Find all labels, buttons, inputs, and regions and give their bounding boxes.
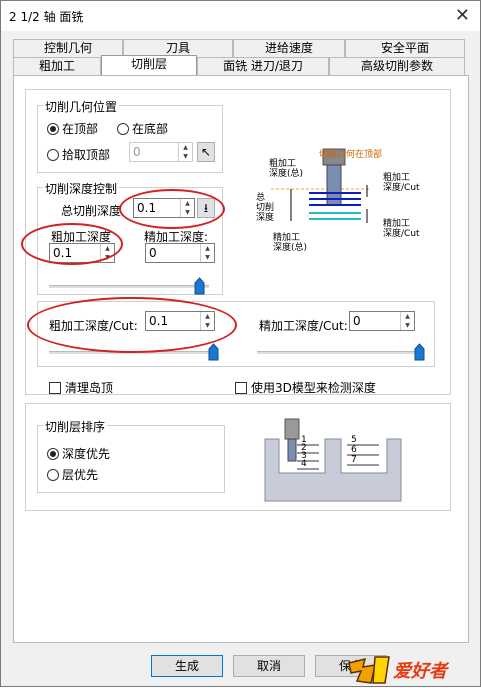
diagram-finish-total-label: 精加工 深度(总) bbox=[273, 233, 308, 253]
radio-top[interactable]: 在顶部 bbox=[47, 120, 98, 137]
radio-layer-first-label: 层优先 bbox=[62, 468, 99, 482]
finish-depth-value: 0 bbox=[149, 246, 157, 260]
radio-dot bbox=[47, 122, 59, 135]
radio-dot bbox=[47, 447, 59, 460]
pick-top-input[interactable]: 0 ▲ ▼ bbox=[129, 142, 193, 162]
order-num-4: 4 bbox=[301, 459, 307, 469]
radio-top-label: 在顶部 bbox=[62, 122, 99, 136]
spin-arrows[interactable]: ▲ ▼ bbox=[200, 244, 214, 262]
dialog-window: 2 1/2 轴 面铣 ✕ 控制几何 刀具 进给速度 安全平面 粗加工 面铣 进刀… bbox=[0, 0, 481, 687]
depth-control-legend: 切削深度控制 bbox=[43, 180, 120, 197]
tab-cut-levels[interactable]: 切削层 bbox=[101, 55, 197, 75]
order-num-5: 5 bbox=[351, 435, 357, 445]
spin-arrows[interactable]: ▲ ▼ bbox=[178, 143, 192, 161]
radio-depth-first[interactable]: 深度优先 bbox=[47, 445, 110, 462]
depth-slider-track bbox=[49, 285, 209, 288]
finish-depth-input[interactable]: 0 ▲ ▼ bbox=[145, 243, 215, 263]
checkbox-box bbox=[49, 381, 61, 394]
finish-per-cut-input[interactable]: 0 ▲ ▼ bbox=[349, 311, 415, 331]
diagram-finish-cut-label: 精加工 深度/Cut bbox=[383, 219, 420, 239]
close-icon[interactable]: ✕ bbox=[455, 5, 470, 26]
diagram-rough-cut-label: 粗加工 深度/Cut bbox=[383, 173, 420, 193]
radio-dot bbox=[47, 468, 59, 481]
checkbox-box bbox=[235, 381, 247, 394]
tab-face-lead[interactable]: 面铣 进刀/退刀 bbox=[197, 57, 329, 75]
pick-cursor-button[interactable]: ↖ bbox=[197, 142, 215, 162]
red-highlight-rough bbox=[21, 223, 123, 265]
diagram-total-depth-label: 总 切削 深度 bbox=[256, 193, 275, 223]
watermark-text: 爱好者 bbox=[393, 661, 447, 682]
finish-per-cut-slider-thumb[interactable] bbox=[414, 343, 425, 361]
tab-safety-plane[interactable]: 安全平面 bbox=[345, 39, 465, 57]
radio-bottom-label: 在底部 bbox=[132, 122, 169, 136]
use-3d-label: 使用3D模型来检测深度 bbox=[251, 381, 376, 395]
tab-feed-rate[interactable]: 进给速度 bbox=[233, 39, 345, 57]
red-highlight-per-cut bbox=[27, 297, 237, 353]
order-diagram bbox=[264, 418, 402, 502]
radio-dot bbox=[47, 148, 59, 161]
cursor-icon: ↖ bbox=[200, 145, 212, 159]
total-depth-label: 总切削深度 bbox=[61, 204, 122, 218]
order-group-legend: 切削层排序 bbox=[43, 418, 108, 435]
clear-islands-checkbox[interactable]: 清理岛顶 bbox=[49, 379, 113, 396]
clear-islands-label: 清理岛顶 bbox=[65, 381, 114, 395]
order-num-6: 6 bbox=[351, 445, 357, 455]
order-num-7: 7 bbox=[351, 455, 357, 465]
cancel-button[interactable]: 取消 bbox=[233, 655, 305, 677]
watermark-logo: 爱好者 bbox=[345, 653, 475, 685]
title-bar: 2 1/2 轴 面铣 ✕ bbox=[1, 1, 480, 31]
radio-layer-first[interactable]: 层优先 bbox=[47, 466, 98, 483]
finish-per-cut-label: 精加工深度/Cut: bbox=[259, 319, 348, 333]
geometry-group-legend: 切削几何位置 bbox=[43, 98, 120, 115]
radio-pick-top[interactable]: 拾取顶部 bbox=[47, 146, 110, 163]
generate-button[interactable]: 生成 bbox=[151, 655, 223, 677]
finish-per-cut-slider-track bbox=[257, 351, 423, 354]
diagram-rough-total-label: 粗加工 深度(总) bbox=[269, 159, 304, 179]
red-highlight-total bbox=[119, 189, 225, 229]
radio-bottom[interactable]: 在底部 bbox=[117, 120, 168, 137]
spin-arrows[interactable]: ▲ ▼ bbox=[400, 312, 414, 330]
radio-dot bbox=[117, 122, 129, 135]
depth-slider-thumb[interactable] bbox=[194, 277, 205, 295]
diagram-top-label: 切削几何在顶部 bbox=[319, 150, 383, 160]
pick-top-value: 0 bbox=[133, 145, 141, 159]
radio-pick-label: 拾取顶部 bbox=[62, 148, 111, 162]
rough-per-cut-slider-thumb[interactable] bbox=[208, 343, 219, 361]
tab-roughing[interactable]: 粗加工 bbox=[13, 57, 101, 75]
finish-per-cut-value: 0 bbox=[353, 314, 361, 328]
tab-advanced-params[interactable]: 高级切削参数 bbox=[329, 57, 465, 75]
use-3d-checkbox[interactable]: 使用3D模型来检测深度 bbox=[235, 379, 376, 396]
radio-depth-first-label: 深度优先 bbox=[62, 447, 111, 461]
window-title: 2 1/2 轴 面铣 bbox=[9, 10, 84, 24]
